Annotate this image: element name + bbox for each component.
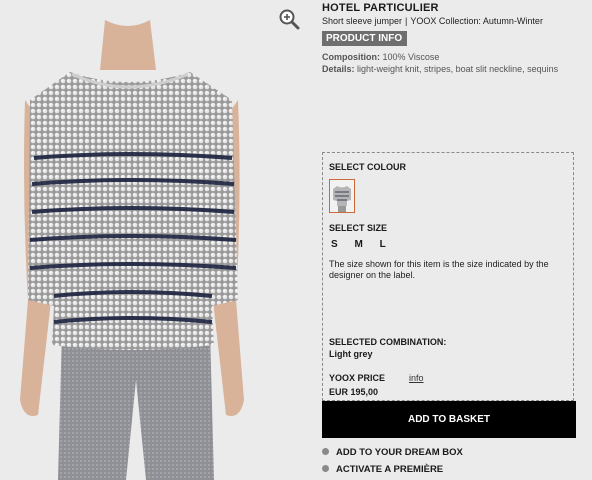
subtitle-separator: |: [405, 16, 408, 26]
activate-premiere-link[interactable]: ACTIVATE A PREMIÈRE: [322, 464, 443, 475]
size-options: S M L: [331, 239, 400, 250]
brand-title: HOTEL PARTICULIER: [322, 2, 439, 14]
selected-combination-value: Light grey: [329, 349, 373, 359]
composition-label: Composition:: [322, 52, 380, 62]
size-note: The size shown for this item is the size…: [329, 259, 549, 280]
product-category: Short sleeve jumper: [322, 16, 403, 26]
bullet-dot-icon: [322, 464, 329, 472]
add-to-dream-box-link[interactable]: ADD TO YOUR DREAM BOX: [322, 447, 463, 458]
price-value: EUR 195,00: [329, 387, 379, 397]
price-label: YOOX PRICE: [329, 373, 386, 383]
bullet-dot-icon: [322, 447, 329, 455]
price-info-link[interactable]: info: [409, 373, 424, 383]
product-info-badge: PRODUCT INFO: [322, 31, 408, 46]
select-colour-heading: SELECT COLOUR: [329, 162, 407, 172]
size-option-m[interactable]: M: [354, 239, 362, 250]
details-label: Details:: [322, 64, 355, 74]
dream-box-label: ADD TO YOUR DREAM BOX: [336, 447, 463, 458]
composition-value: 100% Viscose: [382, 52, 440, 62]
colour-swatch-light-grey[interactable]: [329, 179, 355, 213]
details-row: Details: light-weight knit, stripes, boa…: [322, 64, 558, 74]
selected-combination-label: SELECTED COMBINATION:: [329, 337, 447, 347]
selection-panel: SELECT COLOUR SELECT SIZE S M L The size…: [322, 152, 574, 401]
zoom-in-icon[interactable]: [278, 8, 300, 30]
add-to-basket-button[interactable]: ADD TO BASKET: [322, 401, 576, 438]
product-image[interactable]: [0, 0, 265, 480]
size-option-s[interactable]: S: [331, 239, 338, 250]
composition-row: Composition: 100% Viscose: [322, 52, 439, 62]
size-option-l[interactable]: L: [380, 239, 386, 250]
product-collection: YOOX Collection: Autumn-Winter: [410, 16, 543, 26]
sequin-jumper-illustration: [20, 20, 244, 480]
details-value: light-weight knit, stripes, boat slit ne…: [357, 64, 559, 74]
premiere-label: ACTIVATE A PREMIÈRE: [336, 464, 444, 475]
product-subtitle: Short sleeve jumper | YOOX Collection: Aut…: [322, 16, 543, 26]
select-size-heading: SELECT SIZE: [329, 223, 388, 233]
